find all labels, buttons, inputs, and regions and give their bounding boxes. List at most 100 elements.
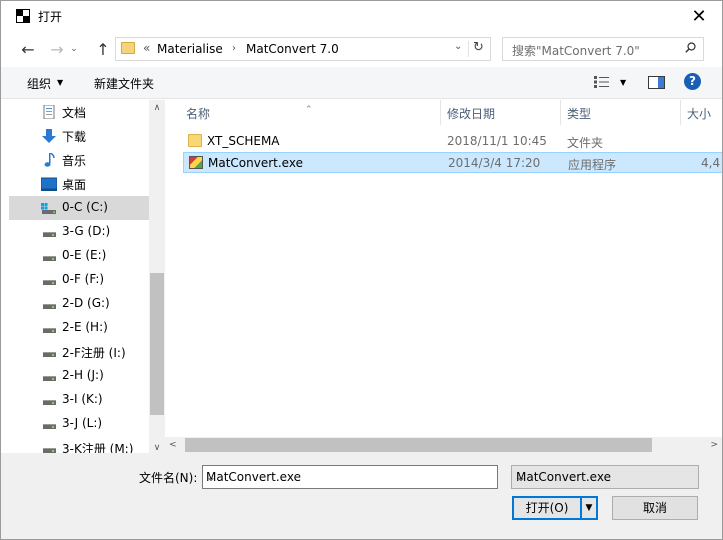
arrow-up-icon: ↑: [96, 39, 110, 59]
search-placeholder: 搜索"MatConvert 7.0": [512, 44, 640, 58]
drive-icon: [43, 400, 56, 405]
command-bar: 组织 ▼ 新建文件夹 ▼ ?: [1, 67, 722, 99]
tree-item-label: 0-C (C:): [62, 200, 108, 214]
arrow-left-icon: ←: [21, 39, 35, 59]
tree-item-music[interactable]: 音乐: [9, 148, 149, 172]
tree-item-label: 2-D (G:): [62, 296, 110, 310]
sort-ascending-icon: ⌃: [305, 105, 313, 115]
caret-down-icon: ▼: [57, 78, 64, 87]
desktop-icon: [41, 177, 57, 191]
tree-item-drive-k[interactable]: 3-I (K:): [9, 388, 149, 412]
tree-item-label: 3-J (L:): [62, 416, 103, 430]
file-name: MatConvert.exe: [208, 156, 303, 170]
preview-pane-icon[interactable]: [648, 76, 665, 89]
chevron-down-icon: ⌄: [70, 44, 78, 54]
view-caret-icon[interactable]: ▼: [620, 78, 626, 87]
arrow-right-icon: →: [50, 39, 64, 59]
tree-item-label: 0-E (E:): [62, 248, 107, 262]
close-button[interactable]: ✕: [676, 1, 722, 31]
open-options-button[interactable]: ▼: [581, 496, 598, 520]
navigation-pane: 文档 下载 音乐 桌面 0-C (C:) 3-G (D:) 0-E (E:) 0…: [1, 100, 165, 456]
column-header-name[interactable]: 名称 ⌃: [165, 100, 440, 125]
file-row[interactable]: MatConvert.exe 2014/3/4 17:20 应用程序 4,4: [183, 152, 722, 173]
file-type: 应用程序: [568, 158, 617, 172]
drive-icon: [43, 280, 56, 285]
search-box[interactable]: 搜索"MatConvert 7.0": [502, 37, 704, 61]
tree-item-label: 文档: [62, 106, 87, 120]
address-divider: [468, 41, 469, 57]
scroll-left-icon[interactable]: <: [169, 437, 177, 453]
download-icon: [42, 129, 56, 143]
tree-item-drive-f[interactable]: 0-F (F:): [9, 268, 149, 292]
tree-item-drive-d[interactable]: 3-G (D:): [9, 220, 149, 244]
tree-item-desktop[interactable]: 桌面: [9, 172, 149, 196]
navigation-scrollbar[interactable]: ∧ ∨: [149, 100, 165, 456]
column-date-label: 修改日期: [447, 107, 496, 121]
recent-locations-button[interactable]: ⌄: [67, 39, 81, 59]
tree-item-label: 音乐: [62, 154, 87, 168]
tree-item-drive-l[interactable]: 3-J (L:): [9, 412, 149, 436]
column-header-size[interactable]: 大小: [680, 100, 722, 125]
file-row[interactable]: XT_SCHEMA 2018/11/1 10:45 文件夹: [183, 131, 722, 152]
tree-item-label: 0-F (F:): [62, 272, 105, 286]
open-button[interactable]: 打开(O): [512, 496, 582, 520]
tree-item-label: 2-E (H:): [62, 320, 108, 334]
tree-item-label: 下载: [62, 130, 87, 144]
file-name: XT_SCHEMA: [207, 134, 280, 148]
scroll-up-icon[interactable]: ∧: [149, 100, 165, 116]
refresh-icon[interactable]: ↻: [473, 40, 484, 55]
tree-item-drive-i[interactable]: 2-F注册 (I:): [9, 340, 149, 364]
system-drive-icon: [41, 203, 56, 214]
chevron-down-icon: ⌄: [516, 470, 527, 484]
tree-item-drive-c[interactable]: 0-C (C:): [9, 196, 149, 220]
help-icon[interactable]: ?: [684, 73, 701, 90]
organize-button[interactable]: 组织: [27, 75, 51, 92]
file-list: 名称 ⌃ 修改日期 类型 大小 XT_SCHEMA 2018/11/1 10:4…: [165, 100, 722, 438]
column-header-type[interactable]: 类型: [560, 100, 680, 125]
back-button[interactable]: ←: [17, 39, 39, 59]
drive-icon: [43, 352, 56, 357]
cancel-button[interactable]: 取消: [612, 496, 698, 520]
tree-item-label: 3-G (D:): [62, 224, 111, 238]
file-type-select[interactable]: MatConvert.exe ⌄: [511, 465, 699, 489]
exe-icon: [189, 156, 203, 169]
column-size-label: 大小: [687, 107, 712, 121]
breadcrumb-matconvert[interactable]: MatConvert 7.0: [246, 42, 339, 56]
new-folder-button[interactable]: 新建文件夹: [94, 75, 154, 92]
tree-item-label: 2-H (J:): [62, 368, 104, 382]
tree-item-label: 2-F注册 (I:): [62, 346, 126, 360]
file-list-scrollbar[interactable]: < >: [165, 437, 722, 453]
scrollbar-thumb[interactable]: [185, 438, 652, 452]
breadcrumb-materialise[interactable]: Materialise: [157, 42, 223, 56]
up-button[interactable]: ↑: [92, 39, 114, 59]
folder-icon: [188, 134, 202, 147]
tree-item-downloads[interactable]: 下载: [9, 124, 149, 148]
tree-item-label: 桌面: [62, 178, 87, 192]
tree-item-drive-j[interactable]: 2-H (J:): [9, 364, 149, 388]
scroll-right-icon[interactable]: >: [710, 437, 718, 453]
search-icon: [685, 42, 696, 53]
filename-input[interactable]: MatConvert.exe ⌄: [202, 465, 498, 489]
column-type-label: 类型: [567, 107, 592, 121]
drive-icon: [43, 256, 56, 261]
scrollbar-thumb[interactable]: [150, 273, 164, 415]
filename-label: 文件名(N):: [139, 471, 198, 485]
breadcrumb-overflow[interactable]: «: [143, 41, 150, 55]
tree-item-drive-h[interactable]: 2-E (H:): [9, 316, 149, 340]
tree-item-documents[interactable]: 文档: [9, 100, 149, 124]
tree-item-drive-e[interactable]: 0-E (E:): [9, 244, 149, 268]
breadcrumb-separator[interactable]: ›: [232, 43, 236, 54]
column-header-date[interactable]: 修改日期: [440, 100, 560, 125]
tree-item-drive-g[interactable]: 2-D (G:): [9, 292, 149, 316]
column-name-label: 名称: [186, 107, 211, 121]
file-type: 文件夹: [567, 136, 604, 150]
forward-button[interactable]: →: [46, 39, 68, 59]
address-dropdown-icon[interactable]: ⌄: [454, 41, 462, 52]
file-date: 2018/11/1 10:45: [447, 134, 547, 148]
drive-icon: [43, 328, 56, 333]
music-icon: [44, 153, 55, 167]
view-options-icon[interactable]: [593, 75, 611, 89]
chevron-down-icon[interactable]: ⌄: [206, 470, 492, 484]
address-bar[interactable]: « Materialise › MatConvert 7.0 ⌄ ↻: [115, 37, 491, 61]
app-icon: [16, 9, 30, 23]
